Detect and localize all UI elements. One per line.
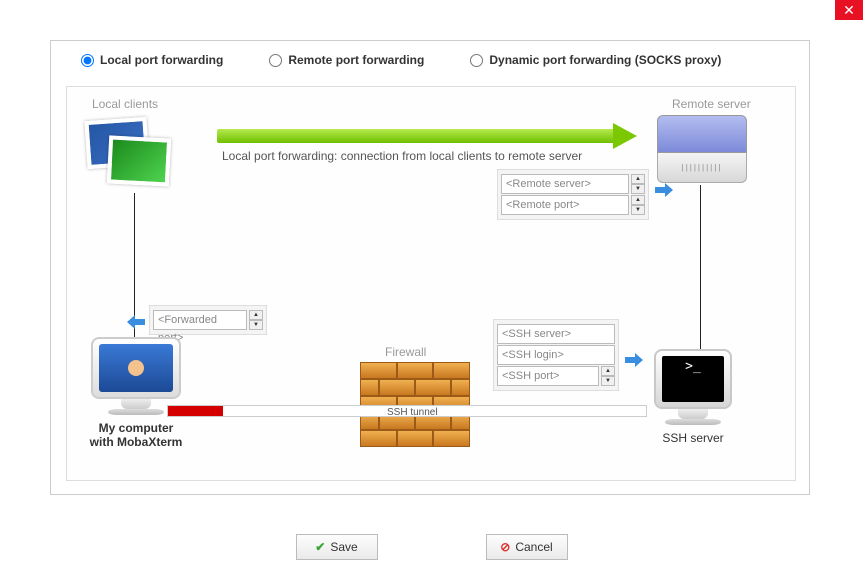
remote-port-field[interactable]: <Remote port>	[501, 195, 629, 215]
arrow-right-icon	[655, 183, 673, 197]
cancel-button-label: Cancel	[515, 540, 552, 554]
save-button-label: Save	[330, 540, 357, 554]
ssh-tunnel-label: SSH tunnel	[387, 407, 438, 418]
spin-down-icon[interactable]: ▼	[249, 320, 263, 330]
radio-remote[interactable]: Remote port forwarding	[269, 53, 424, 67]
radio-dynamic-input[interactable]	[470, 54, 483, 67]
spin-up-icon[interactable]: ▲	[631, 174, 645, 184]
radio-dynamic[interactable]: Dynamic port forwarding (SOCKS proxy)	[470, 53, 721, 67]
forwarded-port-spin[interactable]: ▲ ▼	[249, 310, 263, 330]
spin-down-icon[interactable]: ▼	[601, 376, 615, 386]
diagram-panel: Local clients Remote server |||||||||| L…	[66, 86, 796, 481]
connector-line	[700, 185, 701, 355]
check-icon: ✔	[315, 540, 325, 554]
cancel-button[interactable]: ⊘ Cancel	[486, 534, 568, 560]
ssh-server-field[interactable]: <SSH server>	[497, 324, 615, 344]
firewall-label: Firewall	[385, 345, 426, 359]
dialog-frame: Local port forwarding Remote port forwar…	[50, 40, 810, 495]
remote-server-label: Remote server	[672, 97, 751, 111]
remote-port-spin[interactable]: ▲ ▼	[631, 195, 645, 215]
spin-down-icon[interactable]: ▼	[631, 205, 645, 215]
remote-server-icon: ||||||||||	[657, 115, 747, 185]
dialog-buttons: ✔ Save ⊘ Cancel	[0, 534, 863, 560]
radio-local-input[interactable]	[81, 54, 94, 67]
my-computer-label-1: My computer	[81, 421, 191, 435]
ssh-fields-group: <SSH server> <SSH login> <SSH port> ▲ ▼	[493, 319, 619, 391]
arrow-right-icon	[625, 353, 643, 367]
radio-dynamic-label: Dynamic port forwarding (SOCKS proxy)	[489, 53, 721, 67]
radio-local-label: Local port forwarding	[100, 53, 223, 67]
spin-up-icon[interactable]: ▲	[631, 195, 645, 205]
radio-local[interactable]: Local port forwarding	[81, 53, 223, 67]
mode-radio-row: Local port forwarding Remote port forwar…	[51, 41, 809, 79]
local-clients-icon	[82, 115, 182, 195]
ssh-port-field[interactable]: <SSH port>	[497, 366, 599, 386]
my-computer-label-2: with MobaXterm	[81, 435, 191, 449]
remote-server-spin[interactable]: ▲ ▼	[631, 174, 645, 194]
forwarded-port-group: <Forwarded port> ▲ ▼	[149, 305, 267, 335]
ssh-server-label: SSH server	[643, 431, 743, 445]
spin-up-icon[interactable]: ▲	[601, 366, 615, 376]
radio-remote-label: Remote port forwarding	[288, 53, 424, 67]
remote-server-field[interactable]: <Remote server>	[501, 174, 629, 194]
save-button[interactable]: ✔ Save	[296, 534, 378, 560]
ssh-login-field[interactable]: <SSH login>	[497, 345, 615, 365]
radio-remote-input[interactable]	[269, 54, 282, 67]
terminal-prompt: >_	[662, 356, 724, 402]
ssh-port-spin[interactable]: ▲ ▼	[601, 366, 615, 386]
spin-down-icon[interactable]: ▼	[631, 184, 645, 194]
local-clients-label: Local clients	[92, 97, 158, 111]
cancel-icon: ⊘	[500, 540, 510, 554]
flow-arrow-icon	[217, 125, 637, 147]
ssh-server-icon: >_ SSH server	[643, 349, 743, 445]
arrow-left-icon	[127, 315, 145, 329]
close-button[interactable]: ✕	[835, 0, 863, 20]
my-computer-icon: My computer with MobaXterm	[81, 337, 191, 449]
spin-up-icon[interactable]: ▲	[249, 310, 263, 320]
remote-fields-group: <Remote server> ▲ ▼ <Remote port> ▲ ▼	[497, 169, 649, 220]
forwarded-port-field[interactable]: <Forwarded port>	[153, 310, 247, 330]
arrow-caption: Local port forwarding: connection from l…	[222, 149, 582, 163]
